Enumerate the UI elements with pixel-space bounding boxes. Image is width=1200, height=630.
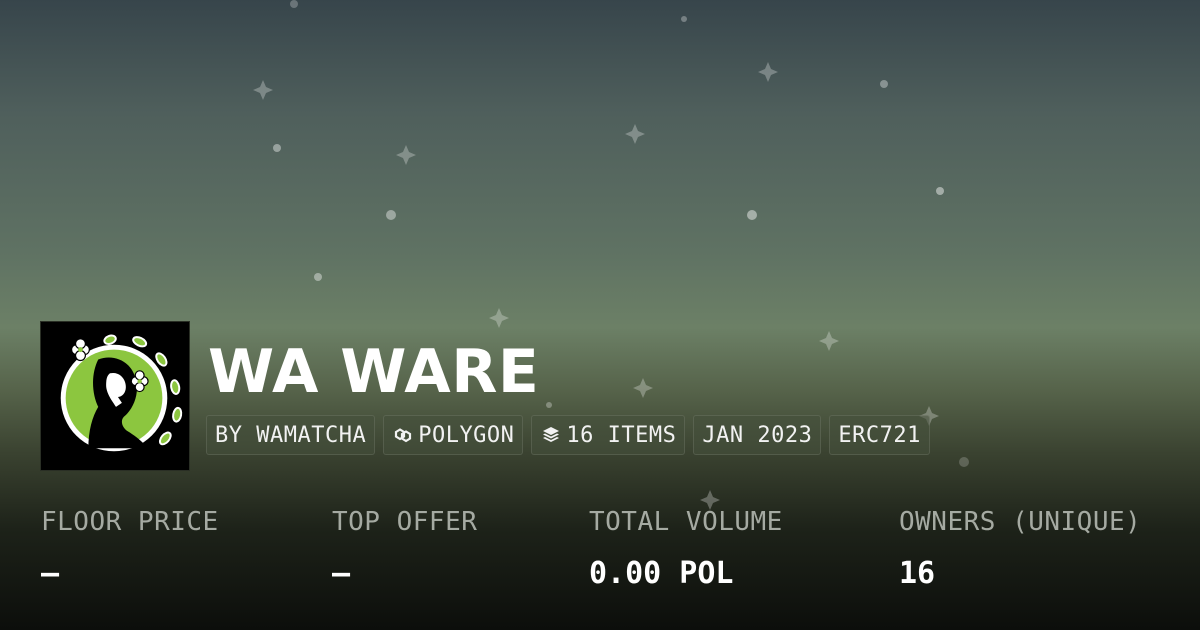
layers-stack-icon bbox=[543, 427, 560, 442]
token-standard-label: ERC721 bbox=[838, 422, 921, 448]
stat-owners-unique: OWNERS (UNIQUE) 16 bbox=[899, 504, 1141, 594]
chain-label: POLYGON bbox=[418, 422, 515, 448]
polygon-link-icon bbox=[395, 428, 412, 443]
stat-label: TOP OFFER bbox=[332, 507, 478, 537]
collection-tags: BY WAMATCHA POLYGON 16 ITEMS JAN 2023 ER… bbox=[206, 415, 930, 455]
stat-value: — bbox=[41, 556, 60, 591]
wa-ware-logo-icon bbox=[41, 322, 189, 470]
stat-top-offer: TOP OFFER — bbox=[332, 504, 477, 594]
collection-logo[interactable] bbox=[40, 321, 190, 471]
creator-label: BY WAMATCHA bbox=[215, 422, 367, 448]
token-standard-tag: ERC721 bbox=[829, 415, 930, 455]
stat-total-volume: TOTAL VOLUME 0.00 POL bbox=[589, 504, 783, 594]
stat-value: — bbox=[332, 556, 351, 591]
items-tag[interactable]: 16 ITEMS bbox=[531, 415, 686, 455]
stat-label: FLOOR PRICE bbox=[41, 507, 219, 537]
stat-value: 0.00 POL bbox=[589, 556, 734, 591]
stat-value: 16 bbox=[899, 556, 936, 591]
stat-label: OWNERS (UNIQUE) bbox=[899, 507, 1142, 537]
created-date-label: JAN 2023 bbox=[702, 422, 813, 448]
collection-title: WA WARE bbox=[208, 337, 540, 407]
stat-floor-price: FLOOR PRICE — bbox=[41, 504, 219, 594]
created-date-tag: JAN 2023 bbox=[693, 415, 822, 455]
creator-tag[interactable]: BY WAMATCHA bbox=[206, 415, 376, 455]
stat-label: TOTAL VOLUME bbox=[589, 507, 783, 537]
items-label: 16 ITEMS bbox=[566, 422, 677, 448]
chain-tag[interactable]: POLYGON bbox=[383, 415, 524, 455]
